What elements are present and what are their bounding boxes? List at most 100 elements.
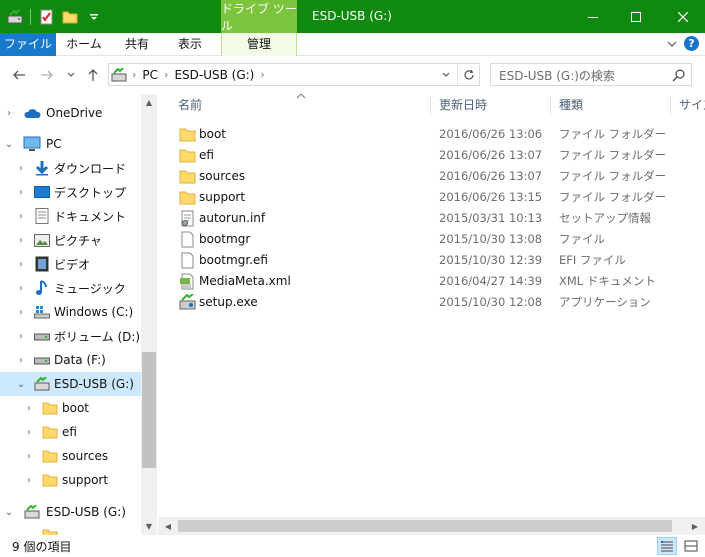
tree-item-downloads[interactable]: › ダウンロード (0, 156, 141, 180)
expand-arrow-icon[interactable]: › (16, 163, 26, 174)
nav-pane-scrollbar[interactable]: ▲ ▼ (141, 94, 156, 535)
close-button[interactable] (660, 0, 705, 33)
column-divider[interactable] (430, 96, 431, 116)
tree-label: PC (46, 137, 62, 151)
content-horizontal-scrollbar[interactable]: ◀ ▶ (158, 517, 705, 535)
scrollbar-thumb[interactable] (142, 352, 156, 468)
tree-item-desktop[interactable]: › デスクトップ (0, 180, 141, 204)
collapse-arrow-icon[interactable]: ⌄ (16, 379, 26, 390)
expand-arrow-icon[interactable]: › (16, 331, 26, 342)
expand-arrow-icon[interactable]: › (24, 475, 34, 486)
scrollbar-thumb[interactable] (178, 520, 672, 532)
expand-arrow-icon[interactable]: › (16, 187, 26, 198)
folder-icon (41, 447, 59, 465)
file-row[interactable]: efi 2016/06/26 13:07 ファイル フォルダー (172, 145, 705, 166)
tree-item-esd-usb-selected[interactable]: ⌄ ESD-USB (G:) (0, 372, 141, 396)
videos-icon (33, 255, 51, 273)
expand-arrow-icon[interactable]: › (24, 427, 34, 438)
tree-item-music[interactable]: › ミュージック (0, 276, 141, 300)
tree-label: ミュージック (54, 281, 126, 296)
minimize-icon (587, 16, 598, 18)
tree-item-windows-c[interactable]: › Windows (C:) (0, 300, 141, 324)
scroll-right-icon[interactable]: ▶ (687, 518, 703, 534)
collapse-arrow-icon[interactable]: ⌄ (4, 507, 14, 518)
search-placeholder[interactable]: ESD-USB (G:)の検索 (499, 67, 615, 84)
scroll-left-icon[interactable]: ◀ (160, 518, 176, 534)
file-row[interactable]: support 2016/06/26 13:15 ファイル フォルダー (172, 187, 705, 208)
expand-arrow-icon[interactable]: › (16, 307, 26, 318)
expand-arrow-icon[interactable]: › (4, 108, 14, 119)
tree-item-pictures[interactable]: › ピクチャ (0, 228, 141, 252)
tab-view[interactable]: 表示 (162, 33, 218, 56)
expand-arrow-icon[interactable]: › (16, 355, 26, 366)
tree-item-pc[interactable]: ⌄ PC (0, 132, 141, 156)
tree-item-volume-d[interactable]: › ボリューム (D:) (0, 324, 141, 348)
breadcrumb-esd-usb[interactable]: ESD-USB (G:) (171, 68, 257, 82)
tree-item-data-f[interactable]: › Data (F:) (0, 348, 141, 372)
help-icon[interactable]: ? (684, 36, 699, 51)
expand-arrow-icon[interactable]: › (16, 259, 26, 270)
properties-icon[interactable] (37, 8, 55, 26)
back-arrow-icon (13, 70, 25, 80)
usb-drive-icon (33, 375, 51, 393)
column-header-name[interactable]: 名前 (178, 94, 202, 118)
tree-item-documents[interactable]: › ドキュメント (0, 204, 141, 228)
file-row[interactable]: sources 2016/06/26 13:07 ファイル フォルダー (172, 166, 705, 187)
file-row[interactable]: bootmgr.efi 2015/10/30 12:39 EFI ファイル (172, 250, 705, 271)
collapse-arrow-icon[interactable]: ⌄ (4, 139, 14, 150)
file-row[interactable]: MediaMeta.xml 2016/04/27 14:39 XML ドキュメン… (172, 271, 705, 292)
expand-arrow-icon[interactable]: › (24, 451, 34, 462)
tab-home[interactable]: ホーム (56, 33, 112, 56)
column-divider[interactable] (550, 96, 551, 116)
address-history-dropdown[interactable] (437, 64, 455, 85)
search-box[interactable]: ESD-USB (G:)の検索 (490, 63, 692, 86)
column-header-size[interactable]: サイズ (679, 94, 705, 118)
minimize-button[interactable] (570, 0, 615, 33)
tree-item-sources[interactable]: › sources (0, 444, 141, 468)
scroll-down-icon[interactable]: ▼ (141, 518, 156, 534)
file-row[interactable]: autorun.inf 2015/03/31 10:13 セットアップ情報 (172, 208, 705, 229)
column-divider[interactable] (670, 96, 671, 116)
tree-item-videos[interactable]: › ビデオ (0, 252, 141, 276)
tab-share[interactable]: 共有 (112, 33, 162, 56)
breadcrumb-chevron-icon[interactable]: › (129, 68, 139, 81)
maximize-button[interactable] (613, 0, 658, 33)
details-view-button[interactable] (657, 537, 677, 555)
new-folder-icon[interactable] (61, 8, 79, 26)
column-header-date[interactable]: 更新日時 (439, 94, 487, 118)
tree-item-boot[interactable]: › boot (0, 396, 141, 420)
forward-button[interactable] (38, 66, 56, 84)
tree-item-efi[interactable]: › efi (0, 420, 141, 444)
breadcrumb-pc[interactable]: PC (139, 68, 161, 82)
forward-arrow-icon (41, 70, 53, 80)
recent-locations-button[interactable] (62, 66, 80, 84)
back-button[interactable] (10, 66, 28, 84)
expand-arrow-icon[interactable]: › (16, 211, 26, 222)
file-row[interactable]: setup.exe 2015/10/30 12:08 アプリケーション (172, 292, 705, 313)
expand-ribbon-icon[interactable] (666, 38, 678, 50)
up-button[interactable] (84, 66, 102, 84)
column-header-type[interactable]: 種類 (559, 94, 583, 118)
file-row[interactable]: bootmgr 2015/10/30 13:08 ファイル (172, 229, 705, 250)
search-icon[interactable] (672, 68, 686, 82)
large-icons-view-button[interactable] (681, 537, 701, 555)
expand-arrow-icon[interactable]: › (16, 283, 26, 294)
breadcrumb-chevron-icon[interactable]: › (161, 68, 171, 81)
file-row[interactable]: boot 2016/06/26 13:06 ファイル フォルダー (172, 124, 705, 145)
navigation-pane: › OneDrive ⌄ PC › ダウンロード › デスクトップ › ドキュメ… (0, 94, 157, 535)
expand-arrow-icon[interactable]: › (24, 403, 34, 414)
tree-item-esd-usb-root[interactable]: ⌄ ESD-USB (G:) (0, 500, 141, 524)
refresh-button[interactable] (457, 64, 479, 85)
file-name: bootmgr (199, 232, 251, 246)
tab-manage[interactable]: 管理 (221, 33, 297, 56)
usb-drive-icon[interactable] (6, 8, 24, 26)
scroll-up-icon[interactable]: ▲ (141, 94, 156, 110)
customize-qat-icon[interactable] (85, 8, 103, 26)
breadcrumb-chevron-icon[interactable]: › (257, 68, 267, 81)
tree-item-onedrive[interactable]: › OneDrive (0, 101, 141, 125)
expand-arrow-icon[interactable]: › (16, 235, 26, 246)
tree-label: ダウンロード (54, 161, 127, 176)
tab-file[interactable]: ファイル (0, 33, 56, 56)
tree-item-support[interactable]: › support (0, 468, 141, 492)
address-bar[interactable]: › PC › ESD-USB (G:) › (108, 63, 480, 86)
